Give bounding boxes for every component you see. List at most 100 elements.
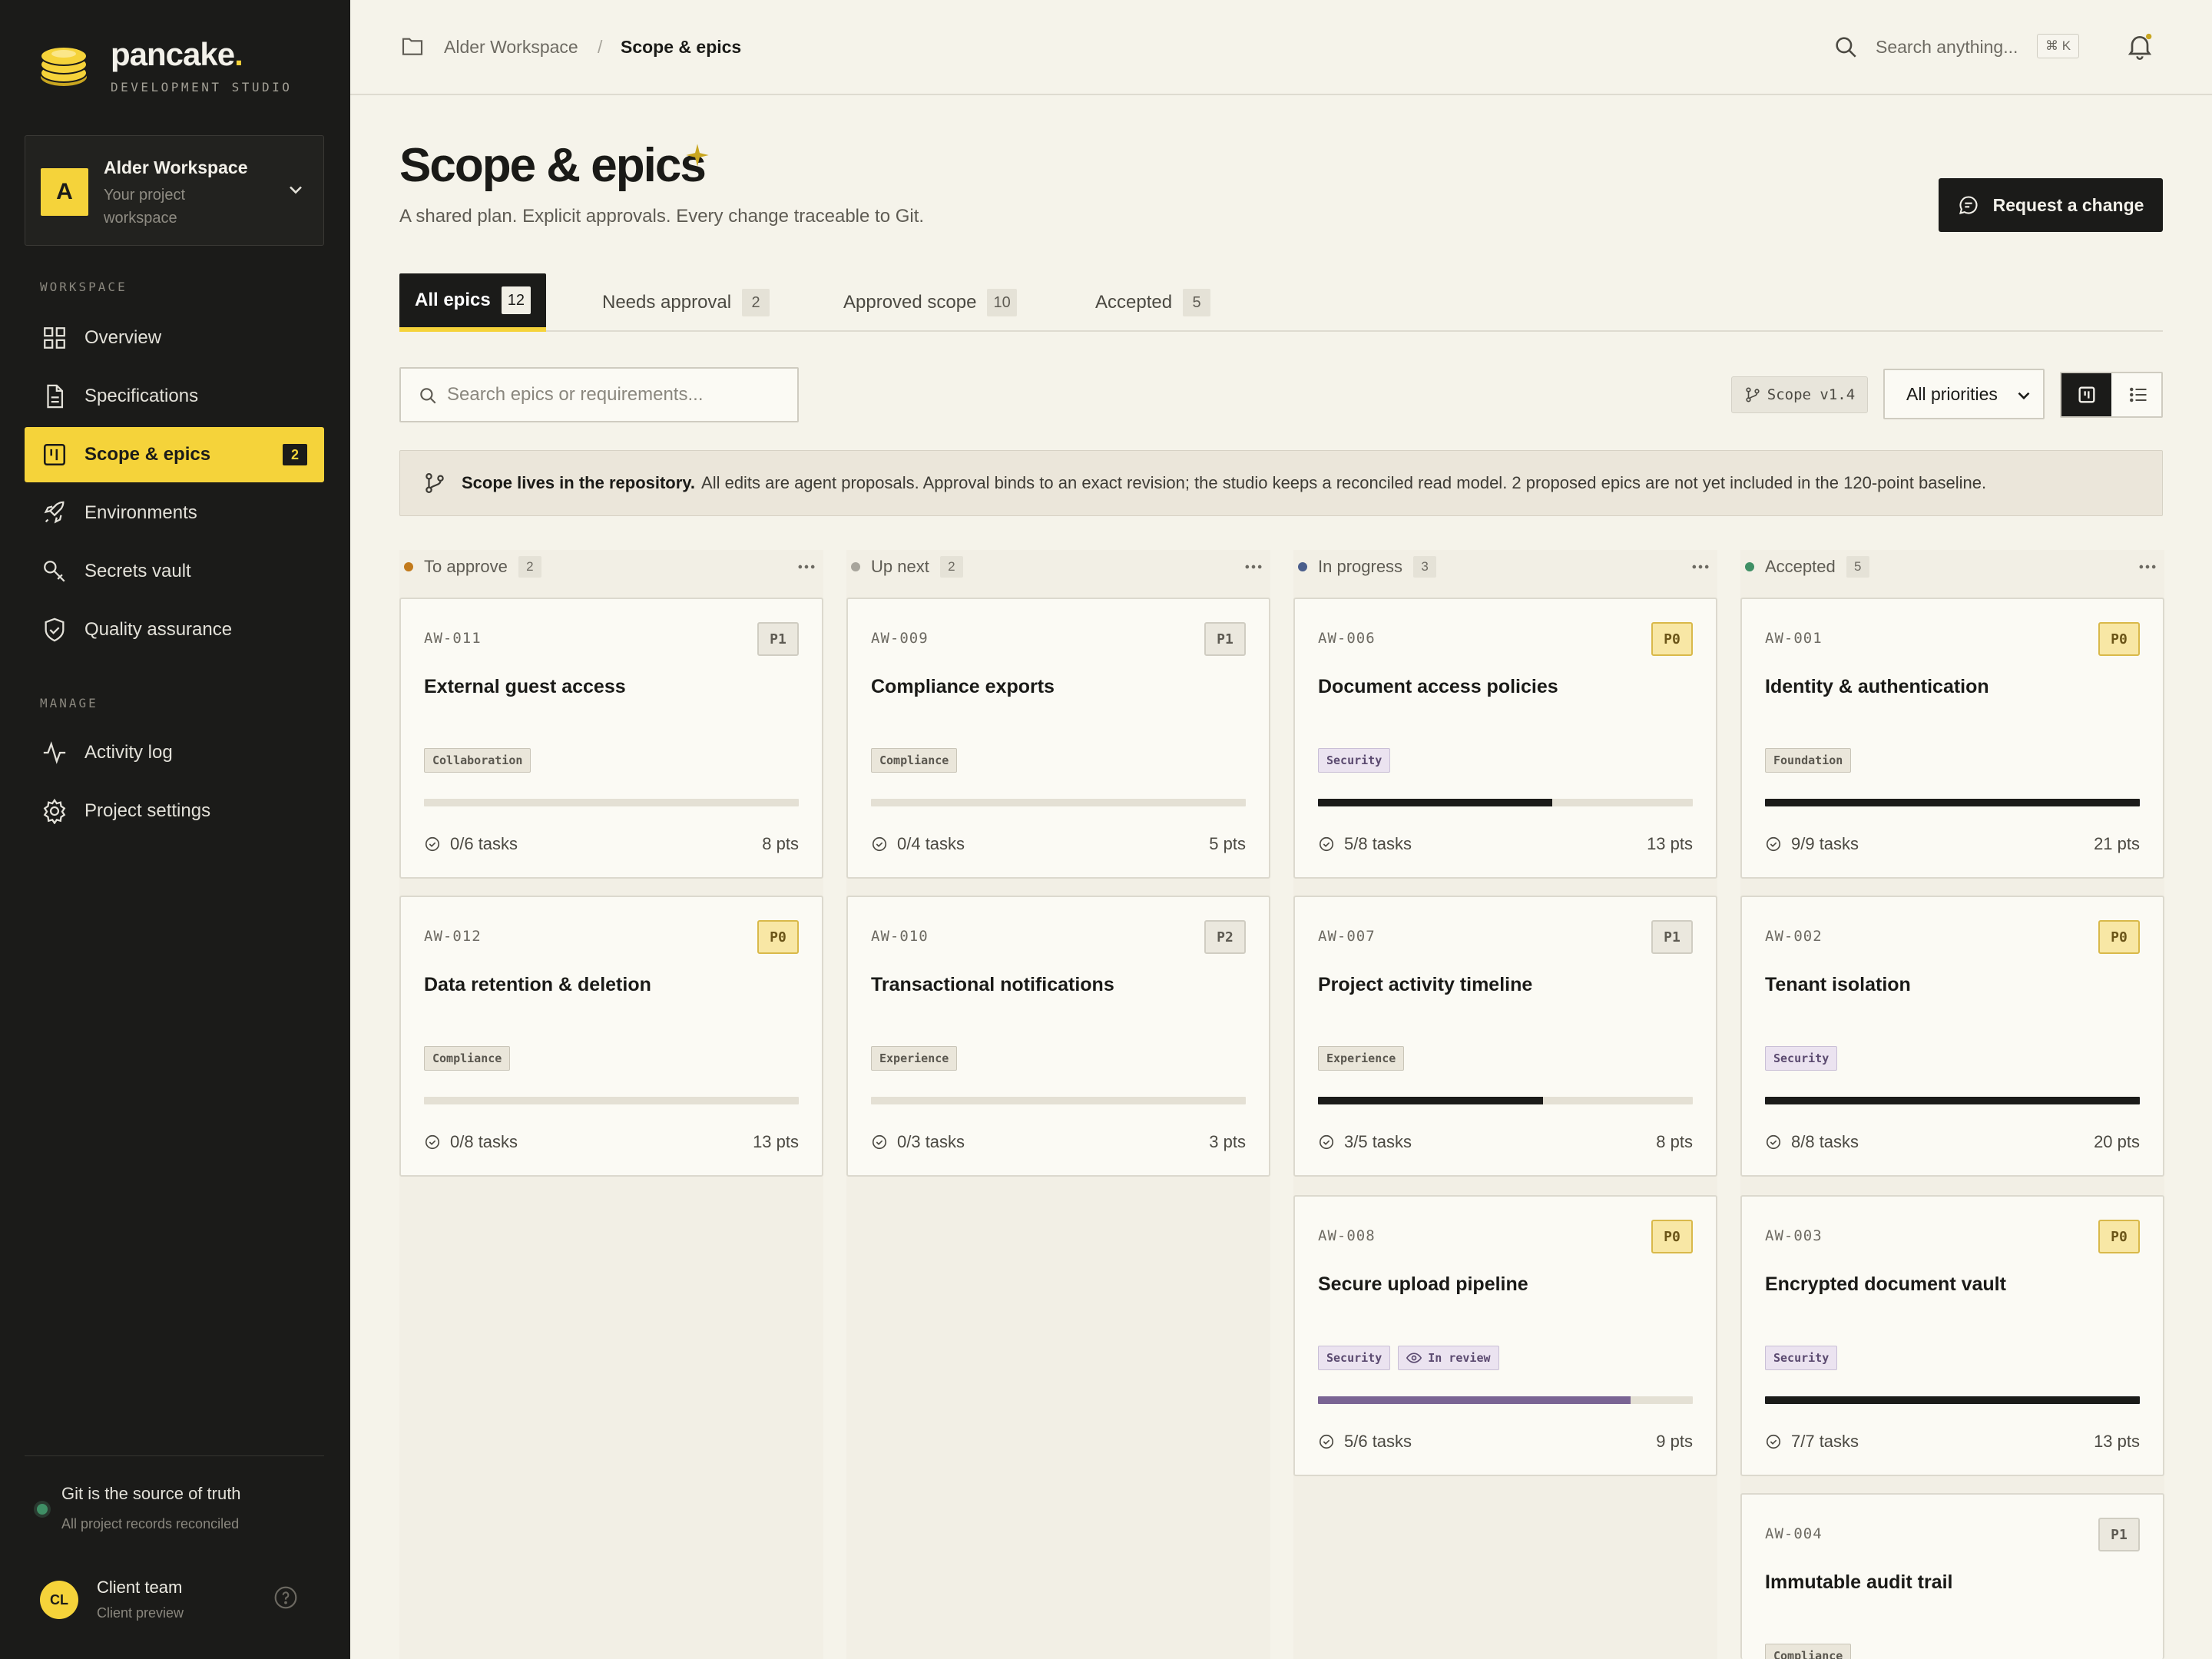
epic-tag: Experience bbox=[1318, 1046, 1405, 1071]
chevron-down-icon bbox=[290, 186, 302, 194]
column-in-progress: In progress 3 AW-006 P0 Document access … bbox=[1293, 550, 1717, 1659]
message-icon bbox=[1959, 196, 1978, 214]
help-icon[interactable] bbox=[273, 1585, 298, 1610]
sidebar-item-scope-epics[interactable]: Scope & epics 2 bbox=[25, 427, 324, 482]
workspace-name: Alder Workspace bbox=[104, 157, 248, 177]
task-count: 5/8 tasks bbox=[1318, 834, 1412, 854]
column-header: In progress 3 bbox=[1293, 550, 1717, 584]
epic-title: Immutable audit trail bbox=[1765, 1571, 1953, 1593]
review-label: In review bbox=[1428, 1351, 1491, 1365]
epic-id: AW-012 bbox=[424, 928, 482, 945]
check-circle-icon bbox=[1319, 1434, 1334, 1449]
epic-card[interactable]: AW-004 P1 Immutable audit trail Complian… bbox=[1740, 1493, 2164, 1659]
epic-title: Tenant isolation bbox=[1765, 974, 1911, 995]
column-count: 5 bbox=[1846, 556, 1869, 578]
epic-tag: Security bbox=[1765, 1346, 1838, 1370]
sidebar-item-label: Quality assurance bbox=[84, 619, 233, 640]
progress-fill bbox=[1765, 1396, 2140, 1404]
epic-card[interactable]: AW-008 P0 Secure upload pipeline Securit… bbox=[1293, 1195, 1717, 1476]
sidebar-item-label: Environments bbox=[84, 502, 197, 523]
column-title: In progress bbox=[1318, 557, 1403, 576]
more-icon[interactable] bbox=[1688, 556, 1713, 578]
request-change-button[interactable]: Request a change bbox=[1939, 178, 2163, 232]
check-circle-icon bbox=[1766, 1134, 1781, 1150]
sidebar-item-secrets-vault[interactable]: Secrets vault bbox=[25, 544, 324, 599]
epic-card[interactable]: AW-010 P2 Transactional notifications Ex… bbox=[846, 896, 1270, 1177]
sparkle-icon bbox=[686, 144, 709, 167]
shield-icon bbox=[45, 618, 65, 642]
task-count-label: 0/6 tasks bbox=[450, 834, 518, 853]
priority-badge: P1 bbox=[1651, 920, 1693, 954]
git-branch-icon bbox=[426, 473, 444, 493]
task-count-label: 8/8 tasks bbox=[1791, 1132, 1859, 1151]
epic-card[interactable]: AW-012 P0 Data retention & deletion Comp… bbox=[399, 896, 823, 1177]
sidebar-item-activity-log[interactable]: Activity log bbox=[25, 725, 324, 780]
epic-id: AW-003 bbox=[1765, 1227, 1823, 1244]
repository-notice: Scope lives in the repository. All edits… bbox=[399, 450, 2163, 516]
epic-card[interactable]: AW-007 P1 Project activity timeline Expe… bbox=[1293, 896, 1717, 1177]
bell-icon[interactable] bbox=[2124, 31, 2155, 61]
scope-version-badge[interactable]: Scope v1.4 bbox=[1731, 376, 1868, 413]
priority-badge: P1 bbox=[757, 622, 799, 656]
sidebar-item-environments[interactable]: Environments bbox=[25, 485, 324, 541]
epic-title: Encrypted document vault bbox=[1765, 1273, 2006, 1295]
board-icon bbox=[43, 443, 66, 466]
tab-needs-approval[interactable]: Needs approval 2 bbox=[602, 273, 770, 332]
task-count: 0/3 tasks bbox=[871, 1132, 965, 1152]
check-circle-icon bbox=[1319, 1134, 1334, 1150]
priority-filter[interactable]: All priorities bbox=[1883, 369, 2045, 419]
brand-subtitle: DEVELOPMENT STUDIO bbox=[111, 80, 293, 94]
global-search[interactable]: Search anything... bbox=[1876, 37, 2018, 58]
column-header: To approve 2 bbox=[399, 550, 823, 584]
sidebar-item-quality-assurance[interactable]: Quality assurance bbox=[25, 602, 324, 657]
epic-card[interactable]: AW-003 P0 Encrypted document vault Secur… bbox=[1740, 1195, 2164, 1476]
sidebar-item-overview[interactable]: Overview bbox=[25, 310, 324, 366]
gear-icon bbox=[43, 798, 66, 824]
avatar: CL bbox=[40, 1581, 78, 1619]
epic-card[interactable]: AW-006 P0 Document access policies Secur… bbox=[1293, 598, 1717, 879]
board-view-button[interactable] bbox=[2061, 373, 2111, 416]
user-name: Client team bbox=[97, 1578, 183, 1597]
epic-card[interactable]: AW-002 P0 Tenant isolation Security 8/8 … bbox=[1740, 896, 2164, 1177]
epic-card[interactable]: AW-009 P1 Compliance exports Compliance … bbox=[846, 598, 1270, 879]
sidebar-item-label: Overview bbox=[84, 327, 162, 348]
brand-logo[interactable]: pancake. DEVELOPMENT STUDIO bbox=[37, 37, 292, 94]
progress-bar bbox=[871, 799, 1246, 806]
story-points: 13 pts bbox=[1647, 834, 1693, 853]
search-icon[interactable] bbox=[1833, 34, 1859, 60]
priority-badge: P0 bbox=[2098, 622, 2140, 656]
tab-accepted[interactable]: Accepted 5 bbox=[1095, 273, 1211, 332]
task-count: 9/9 tasks bbox=[1765, 834, 1859, 854]
story-points: 13 pts bbox=[753, 1132, 799, 1151]
column-title: To approve bbox=[424, 557, 508, 576]
check-circle-icon bbox=[425, 836, 440, 852]
tab-all-epics[interactable]: All epics 12 bbox=[399, 273, 546, 332]
chevron-down-icon bbox=[2018, 392, 2030, 400]
breadcrumb-workspace[interactable]: Alder Workspace bbox=[444, 37, 578, 58]
epic-card[interactable]: AW-011 P1 External guest access Collabor… bbox=[399, 598, 823, 879]
breadcrumb-current: Scope & epics bbox=[621, 37, 742, 57]
search-icon bbox=[420, 388, 436, 404]
sidebar-item-specifications[interactable]: Specifications bbox=[25, 369, 324, 424]
epic-tag: Compliance bbox=[424, 1046, 511, 1071]
task-count-label: 5/6 tasks bbox=[1344, 1432, 1412, 1451]
sidebar-item-project-settings[interactable]: Project settings bbox=[25, 783, 324, 839]
list-view-button[interactable] bbox=[2113, 373, 2163, 416]
progress-bar bbox=[1318, 1396, 1693, 1404]
epic-card[interactable]: AW-001 P0 Identity & authentication Foun… bbox=[1740, 598, 2164, 879]
epic-tag: Compliance bbox=[1765, 1644, 1852, 1659]
more-icon[interactable] bbox=[1241, 556, 1266, 578]
more-icon[interactable] bbox=[2135, 556, 2160, 578]
more-icon[interactable] bbox=[794, 556, 819, 578]
progress-fill bbox=[1318, 799, 1552, 806]
workspace-switcher[interactable]: A Alder Workspace Your project workspace bbox=[25, 135, 324, 246]
priority-badge: P1 bbox=[1204, 622, 1246, 656]
tab-approved-scope[interactable]: Approved scope 10 bbox=[843, 273, 1017, 332]
progress-bar bbox=[1765, 1097, 2140, 1104]
board-icon bbox=[2078, 386, 2094, 403]
epic-id: AW-011 bbox=[424, 630, 482, 647]
view-toggle bbox=[2060, 372, 2163, 418]
progress-bar bbox=[871, 1097, 1246, 1104]
task-count-label: 0/3 tasks bbox=[897, 1132, 965, 1151]
epic-search-input[interactable] bbox=[447, 369, 785, 421]
